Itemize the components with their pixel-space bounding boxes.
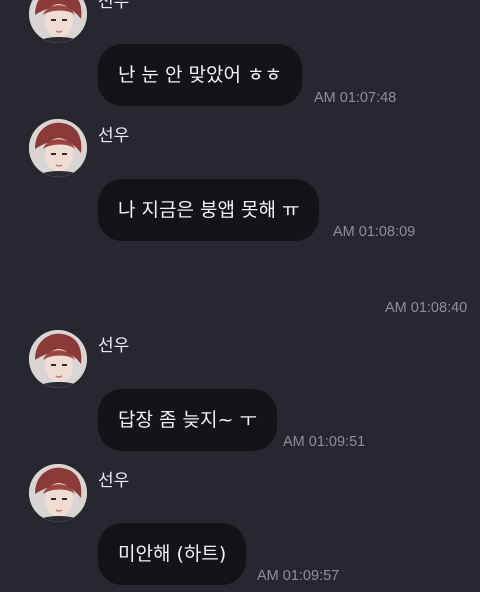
message-timestamp: AM 01:09:57: [257, 568, 340, 584]
sender-avatar-icon[interactable]: [29, 330, 87, 388]
sender-name: 선우: [98, 126, 130, 146]
message-timestamp: AM 01:08:09: [333, 224, 416, 240]
sender-avatar-icon[interactable]: [29, 119, 87, 177]
message-timestamp: AM 01:09:51: [283, 434, 366, 450]
message-timestamp: AM 01:08:40: [385, 300, 468, 316]
sender-name: 선우: [98, 0, 130, 12]
sender-name: 선우: [98, 336, 130, 356]
sender-name: 선우: [98, 471, 130, 491]
message-timestamp: AM 01:07:48: [314, 90, 397, 106]
chat-screen: 선우 난 눈 안 맞았어 ㅎㅎ AM 01:07:48 선우 나 지금은 붕앱 …: [0, 0, 480, 592]
message-bubble[interactable]: 난 눈 안 맞았어 ㅎㅎ: [98, 44, 302, 106]
message-bubble[interactable]: 미안해 (하트): [98, 523, 247, 585]
message-bubble[interactable]: 나 지금은 붕앱 못해 ㅠ: [98, 179, 320, 241]
sender-avatar-icon[interactable]: [29, 464, 87, 522]
message-bubble[interactable]: 답장 좀 늦지~ ㅜ: [98, 389, 277, 451]
sender-avatar-icon[interactable]: [29, 0, 87, 43]
